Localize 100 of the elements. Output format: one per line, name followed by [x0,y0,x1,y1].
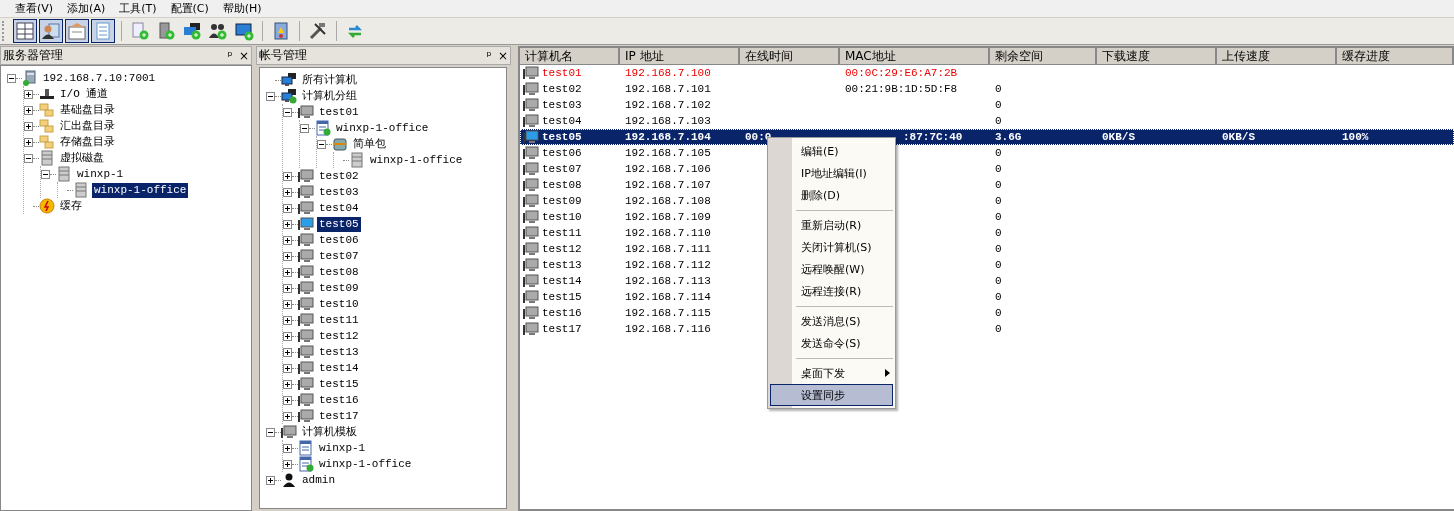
tree-item[interactable]: winxp-1-office [92,182,189,198]
menu-item[interactable]: 设置同步 [770,384,893,406]
menu-item[interactable]: 发送消息(S) [770,310,893,332]
expand-icon[interactable] [283,219,292,229]
expand-icon[interactable] [24,89,33,99]
collapse-icon[interactable] [283,107,292,117]
column-header[interactable]: IP 地址 [620,48,740,64]
collapse-icon[interactable] [300,123,309,133]
tree-item[interactable]: 计算机分组 [300,88,359,104]
tree-item[interactable]: 所有计算机 [300,72,359,88]
collapse-icon[interactable] [7,73,16,83]
expand-icon[interactable] [283,171,292,181]
tree-item[interactable]: test14 [317,360,361,376]
tree-item[interactable]: 192.168.7.10:7001 [41,70,158,86]
column-header[interactable]: 剩余空间 [990,48,1097,64]
tree-item[interactable]: I/O 通道 [58,86,111,102]
grid-view-icon[interactable] [13,19,37,43]
expand-icon[interactable] [283,235,292,245]
table-cell[interactable]: test13 [542,259,582,271]
tree-item[interactable]: 简单包 [351,136,388,152]
table-cell[interactable]: test08 [542,179,582,191]
tree-item[interactable]: test13 [317,344,361,360]
menu-item[interactable]: 工具(T) [112,1,164,16]
tree-item[interactable]: winxp-1 [317,440,368,456]
column-header[interactable]: MAC地址 [840,48,990,64]
collapse-icon[interactable] [266,91,275,101]
expand-icon[interactable] [283,363,292,373]
table-cell[interactable]: test11 [542,227,582,239]
tree-item[interactable]: 基础盘目录 [58,102,117,118]
tree-item[interactable]: test16 [317,392,361,408]
table-cell[interactable]: test05 [542,131,582,143]
column-header[interactable]: 计算机名 [520,48,620,64]
tree-item[interactable]: test03 [317,184,361,200]
tree-item[interactable]: test08 [317,264,361,280]
close-button[interactable]: × [496,48,510,63]
expand-icon[interactable] [283,347,292,357]
menu-item[interactable]: 发送命令(S) [770,332,893,354]
table-cell[interactable]: test02 [542,83,582,95]
tree-item[interactable]: test17 [317,408,361,424]
person-card-icon[interactable] [39,19,63,43]
expand-icon[interactable] [283,459,292,469]
table-cell[interactable]: test16 [542,307,582,319]
expand-icon[interactable] [266,475,275,485]
tree-item[interactable]: test05 [317,216,361,232]
tree-item[interactable]: winxp-1-office [317,456,414,472]
menu-item[interactable]: 远程唤醒(W) [770,258,893,280]
tree-item[interactable]: test02 [317,168,361,184]
tree-item[interactable]: test10 [317,296,361,312]
pin-button[interactable]: ᵖ [223,48,237,63]
table-cell[interactable]: test07 [542,163,582,175]
expand-icon[interactable] [283,315,292,325]
tree-item[interactable]: 计算机模板 [300,424,359,440]
column-header[interactable]: 上传速度 [1217,48,1337,64]
menu-item[interactable]: 重新启动(R) [770,214,893,236]
expand-icon[interactable] [283,283,292,293]
menu-item[interactable]: 配置(C) [163,1,216,16]
tree-item[interactable]: test07 [317,248,361,264]
menu-item[interactable]: 删除(D) [770,184,893,206]
tree-item[interactable]: 存储盘目录 [58,134,117,150]
table-cell[interactable]: test14 [542,275,582,287]
menu-item[interactable]: IP地址编辑(I) [770,162,893,184]
menu-item[interactable]: 远程连接(R) [770,280,893,302]
close-button[interactable]: × [237,48,251,63]
menu-item[interactable]: 关闭计算机(S) [770,236,893,258]
expand-icon[interactable] [283,331,292,341]
pin-button[interactable]: ᵖ [482,48,496,63]
menu-item[interactable]: 编辑(E) [770,140,893,162]
menu-item[interactable]: 添加(A) [60,1,113,16]
menu-item[interactable]: 查看(V) [8,1,61,16]
table-cell[interactable]: test17 [542,323,582,335]
expand-icon[interactable] [283,443,292,453]
expand-icon[interactable] [283,395,292,405]
menu-item[interactable]: 帮助(H) [215,1,269,16]
tree-item[interactable]: test15 [317,376,361,392]
menu-item[interactable]: 桌面下发 [770,362,893,384]
page-icon[interactable] [91,19,115,43]
expand-icon[interactable] [283,251,292,261]
tree-item[interactable]: admin [300,472,337,488]
table-cell[interactable]: test15 [542,291,582,303]
tree-item[interactable]: winxp-1-office [334,120,431,136]
table-cell[interactable]: test04 [542,115,582,127]
card-icon[interactable] [65,19,89,43]
table-cell[interactable]: test09 [542,195,582,207]
expand-icon[interactable] [283,411,292,421]
expand-icon[interactable] [24,105,33,115]
tree-item[interactable]: winxp-1-office [368,152,465,168]
column-header[interactable]: 下载速度 [1097,48,1217,64]
table-cell[interactable]: test10 [542,211,582,223]
table-cell[interactable]: test12 [542,243,582,255]
table-cell[interactable]: test06 [542,147,582,159]
expand-icon[interactable] [24,121,33,131]
expand-icon[interactable] [283,379,292,389]
tree-item[interactable]: 汇出盘目录 [58,118,117,134]
expand-icon[interactable] [283,187,292,197]
tree-item[interactable]: test06 [317,232,361,248]
table-cell[interactable]: test03 [542,99,582,111]
expand-icon[interactable] [283,203,292,213]
collapse-icon[interactable] [41,169,50,179]
tree-item[interactable]: test01 [317,104,361,120]
tree-item[interactable]: test09 [317,280,361,296]
